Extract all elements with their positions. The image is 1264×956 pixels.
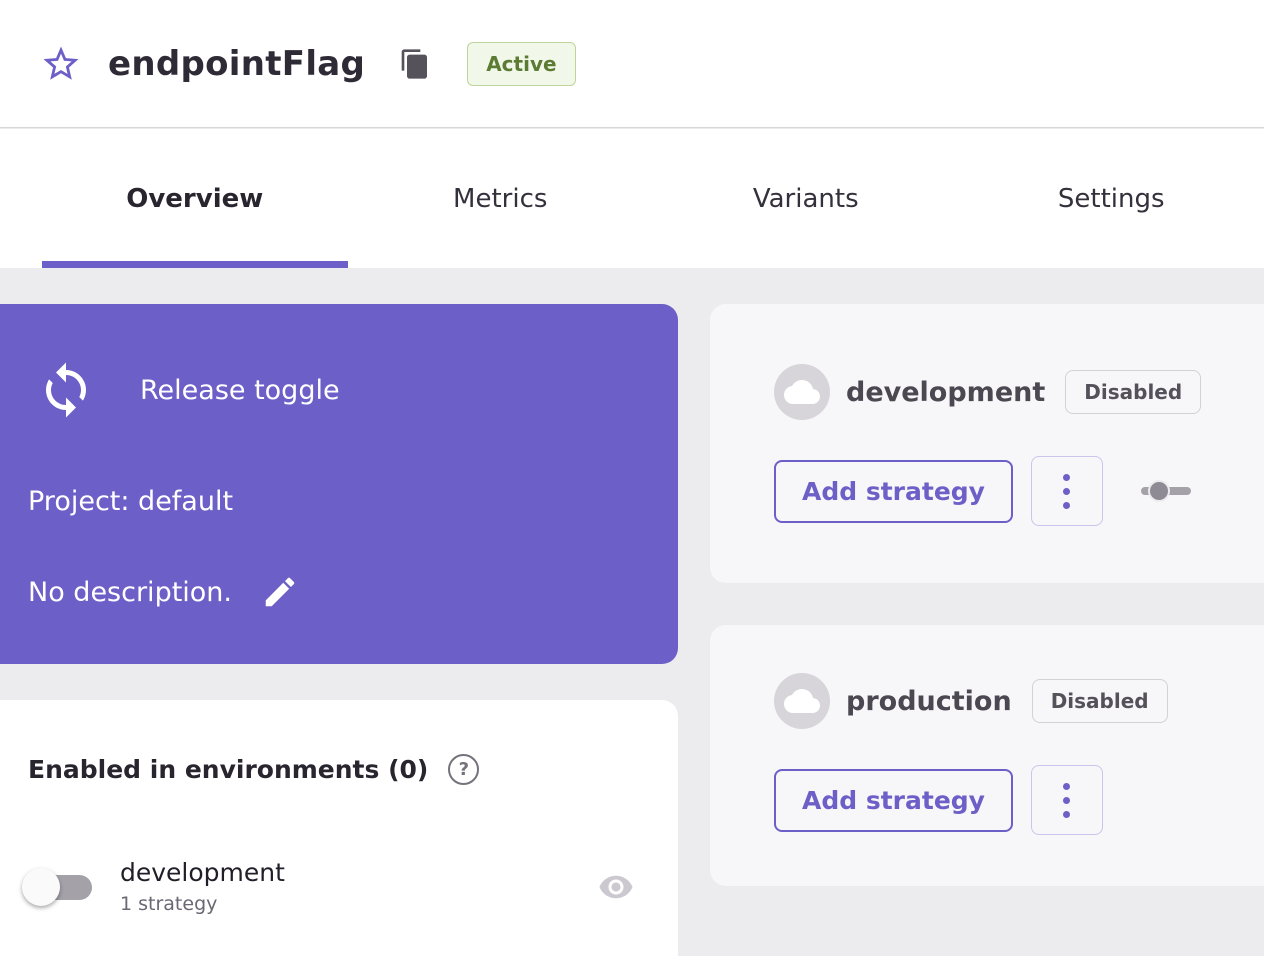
environment-strategy-count: 1 strategy <box>120 893 285 915</box>
environment-card-actions: Add strategy <box>774 456 1193 526</box>
kebab-dot <box>1063 474 1070 481</box>
panel-title-row: Enabled in environments (0) ? <box>28 754 479 785</box>
tab-label: Metrics <box>453 184 547 214</box>
environment-toggle-switch[interactable] <box>22 867 96 907</box>
cloud-icon <box>774 673 830 729</box>
description-row: No description. <box>28 572 300 612</box>
visibility-eye-icon[interactable] <box>598 869 634 905</box>
page-header: endpointFlag Active <box>0 0 1264 128</box>
active-tab-indicator <box>42 261 348 268</box>
environment-switch-icon[interactable] <box>1139 478 1193 504</box>
tab-bar: Overview Metrics Variants Settings <box>0 129 1264 268</box>
more-options-button[interactable] <box>1031 456 1103 526</box>
toggle-type-label: Release toggle <box>140 375 340 406</box>
cloud-icon <box>774 364 830 420</box>
page-title: endpointFlag <box>108 44 365 84</box>
release-toggle-icon <box>36 360 96 420</box>
environment-card-header: production Disabled <box>774 673 1168 729</box>
kebab-dot <box>1063 488 1070 495</box>
kebab-dot <box>1063 502 1070 509</box>
environment-toggle-row: development 1 strategy <box>22 858 634 915</box>
panel-title: Enabled in environments (0) <box>28 755 428 784</box>
tab-metrics[interactable]: Metrics <box>348 129 654 268</box>
environment-card-name: production <box>846 686 1012 717</box>
environment-card-actions: Add strategy <box>774 765 1103 835</box>
tab-label: Variants <box>753 184 859 214</box>
environment-info: development 1 strategy <box>120 858 285 915</box>
tab-label: Settings <box>1058 184 1165 214</box>
help-icon[interactable]: ? <box>448 754 479 785</box>
status-badge: Active <box>467 42 575 86</box>
environment-status-badge: Disabled <box>1065 370 1201 414</box>
more-options-button[interactable] <box>1031 765 1103 835</box>
tab-label: Overview <box>126 184 263 214</box>
environment-status-badge: Disabled <box>1032 679 1168 723</box>
tab-settings[interactable]: Settings <box>959 129 1264 268</box>
tab-overview[interactable]: Overview <box>42 129 348 268</box>
tab-variants[interactable]: Variants <box>653 129 959 268</box>
kebab-dot <box>1063 811 1070 818</box>
toggle-type-card: Release toggle Project: default No descr… <box>0 304 678 664</box>
environment-name: development <box>120 858 285 887</box>
enabled-environments-panel: Enabled in environments (0) ? developmen… <box>0 700 678 956</box>
favorite-star-icon[interactable] <box>40 43 82 85</box>
add-strategy-button[interactable]: Add strategy <box>774 769 1013 832</box>
environment-card-header: development Disabled <box>774 364 1201 420</box>
environment-card-name: development <box>846 377 1045 408</box>
environment-card-development: development Disabled Add strategy <box>710 304 1264 583</box>
edit-description-icon[interactable] <box>260 572 300 612</box>
project-label: Project: default <box>28 486 233 517</box>
switch-thumb <box>22 868 60 906</box>
kebab-dot <box>1063 797 1070 804</box>
kebab-dot <box>1063 783 1070 790</box>
description-text: No description. <box>28 577 232 608</box>
environment-card-production: production Disabled Add strategy <box>710 625 1264 886</box>
feature-flag-overview-page: endpointFlag Active Overview Metrics Var… <box>0 0 1264 956</box>
copy-icon[interactable] <box>399 48 431 80</box>
add-strategy-button[interactable]: Add strategy <box>774 460 1013 523</box>
toggle-type-header: Release toggle <box>36 360 340 420</box>
